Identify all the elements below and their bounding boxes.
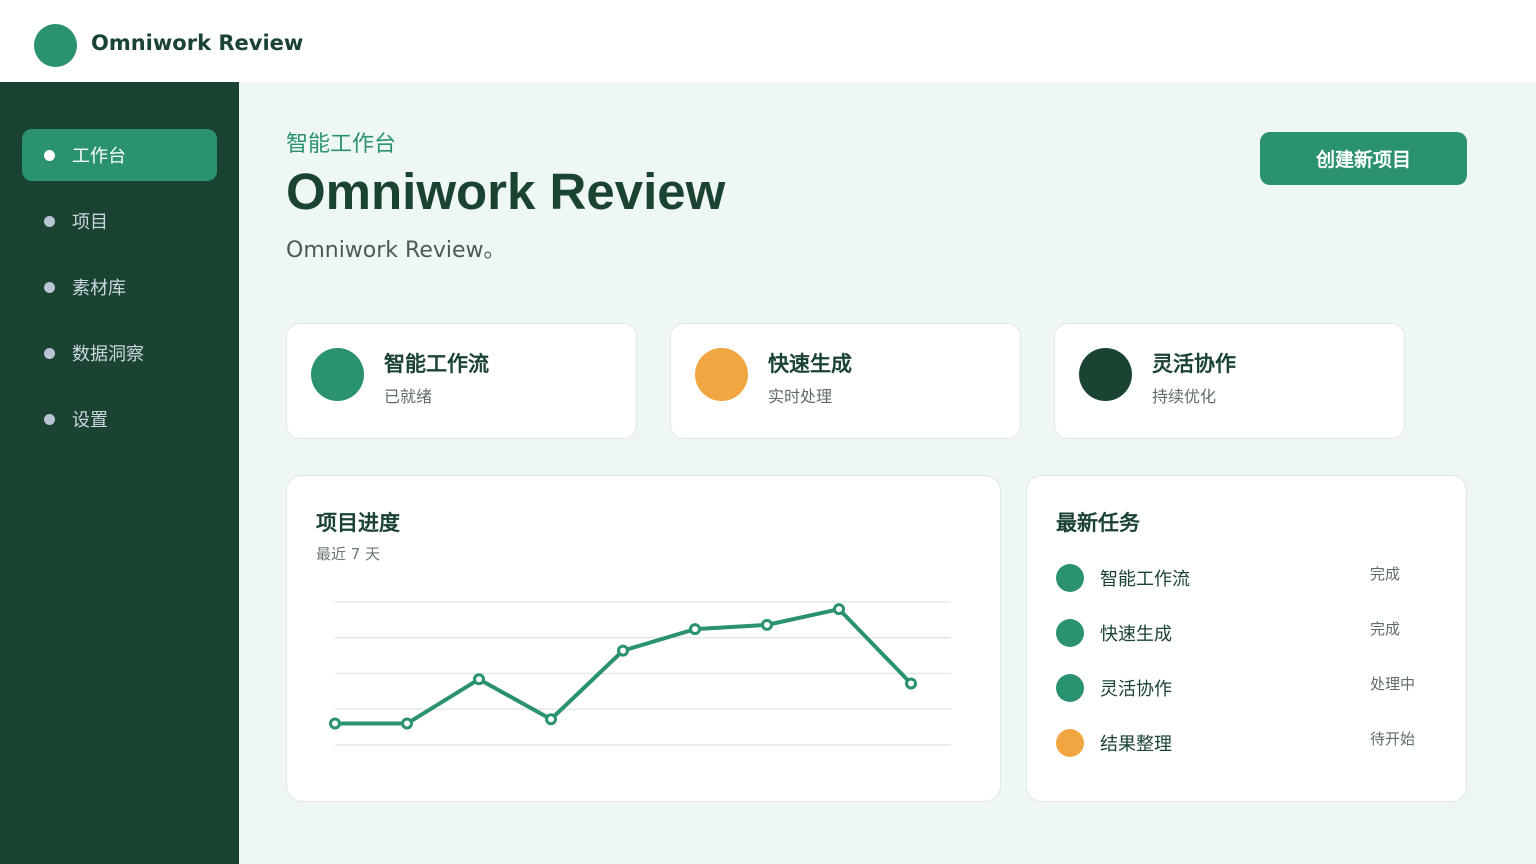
nav-dot-icon [44,414,55,425]
nav-dot-icon [44,216,55,227]
feature-status: 持续优化 [1152,387,1217,406]
feature-card-collab[interactable]: 灵活协作 持续优化 [1054,323,1405,439]
nav-dot-icon [44,348,55,359]
brand-name: Omniwork Review [91,31,304,55]
sidebar: 工作台 项目 素材库 数据洞察 设置 [0,82,239,864]
chart-point[interactable] [833,603,845,616]
sidebar-item-label: 工作台 [72,146,126,167]
page-title: Omniwork Review [286,163,726,220]
task-status: 待开始 [1370,730,1416,748]
feature-status: 实时处理 [768,387,833,406]
task-row[interactable]: 快速生成 完成 [1056,617,1436,647]
task-label: 智能工作流 [1100,569,1190,590]
tasks-title: 最新任务 [1056,511,1140,535]
top-bar: Omniwork Review [0,0,1536,82]
feature-title: 灵活协作 [1152,352,1236,376]
chart-point[interactable] [473,673,485,686]
feature-title: 快速生成 [768,352,852,376]
chart-point[interactable] [617,644,629,657]
feature-title: 智能工作流 [384,352,489,376]
page-subtitle: Omniwork Review。 [286,238,506,263]
feature-dot-icon [695,348,748,401]
task-status: 完成 [1370,565,1401,583]
chart-point[interactable] [545,713,557,726]
nav-dot-icon [44,150,55,161]
task-status-dot-icon [1056,564,1084,592]
chart-point[interactable] [905,677,917,690]
task-label: 结果整理 [1100,734,1172,755]
sidebar-item-settings[interactable]: 设置 [22,393,217,445]
task-status-dot-icon [1056,619,1084,647]
feature-card-generate[interactable]: 快速生成 实时处理 [670,323,1021,439]
feature-dot-icon [1079,348,1132,401]
progress-line-chart [329,601,951,746]
sidebar-item-projects[interactable]: 项目 [22,195,217,247]
feature-status: 已就绪 [384,387,433,406]
task-row[interactable]: 结果整理 待开始 [1056,727,1436,757]
sidebar-item-assets[interactable]: 素材库 [22,261,217,313]
feature-card-workflow[interactable]: 智能工作流 已就绪 [286,323,637,439]
progress-panel: 项目进度 最近 7 天 [286,475,1001,802]
task-status-dot-icon [1056,729,1084,757]
chart-point[interactable] [401,717,413,730]
chart-point[interactable] [761,618,773,631]
sidebar-item-label: 设置 [72,410,108,431]
task-label: 快速生成 [1100,624,1172,645]
logo-icon [34,24,77,67]
task-row[interactable]: 灵活协作 处理中 [1056,672,1436,702]
page-eyebrow: 智能工作台 [286,132,397,157]
task-row[interactable]: 智能工作流 完成 [1056,562,1436,592]
chart-point[interactable] [689,623,701,636]
task-status: 处理中 [1370,675,1416,693]
task-status: 完成 [1370,620,1401,638]
tasks-panel: 最新任务 智能工作流 完成 快速生成 完成 灵活协作 处理中 结果整理 待开始 [1026,475,1467,802]
sidebar-item-label: 项目 [72,212,108,233]
sidebar-item-insights[interactable]: 数据洞察 [22,327,217,379]
nav-dot-icon [44,282,55,293]
task-label: 灵活协作 [1100,679,1172,700]
feature-dot-icon [311,348,364,401]
sidebar-item-label: 数据洞察 [72,344,144,365]
task-status-dot-icon [1056,674,1084,702]
sidebar-item-workbench[interactable]: 工作台 [22,129,217,181]
chart-point[interactable] [329,717,341,730]
sidebar-item-label: 素材库 [72,278,126,299]
create-project-button[interactable]: 创建新项目 [1260,132,1467,185]
chart-series-line [333,607,913,726]
